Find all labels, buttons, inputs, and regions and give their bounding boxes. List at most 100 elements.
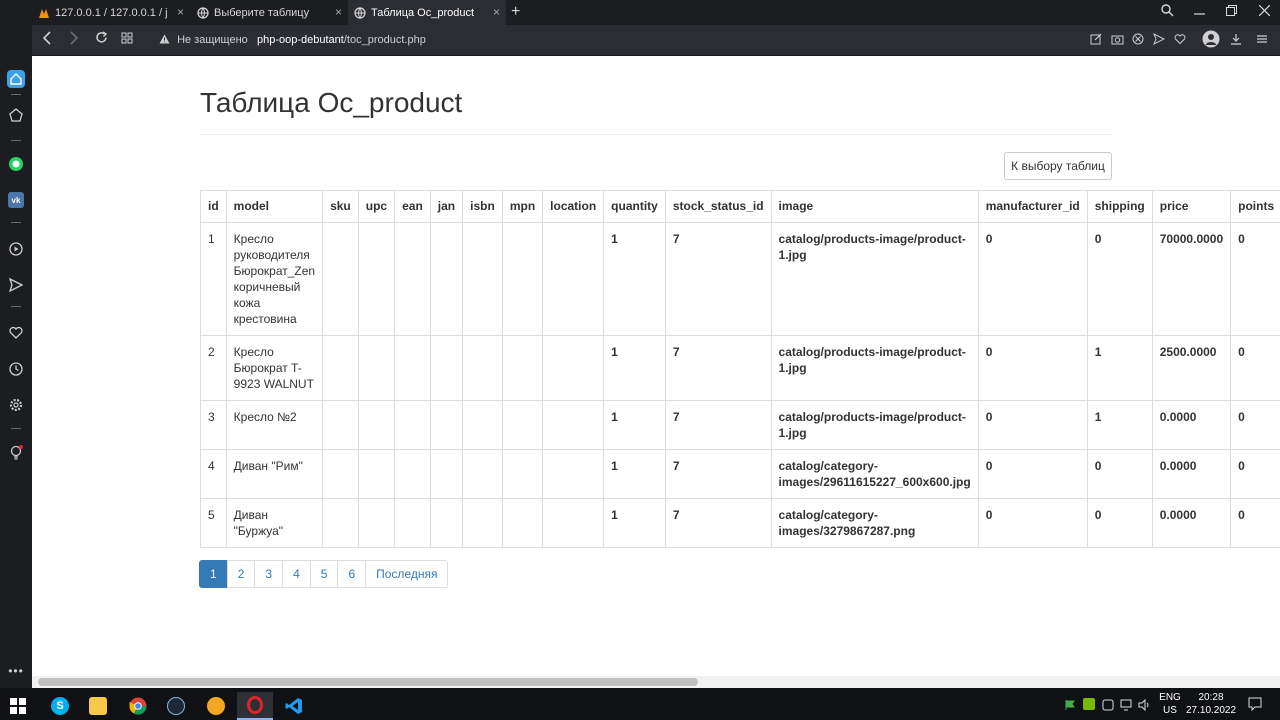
flag-icon[interactable] [1064, 698, 1076, 716]
easy-setup-menu-icon[interactable] [1255, 33, 1269, 47]
tab-close-icon[interactable]: × [493, 5, 500, 19]
cell-mpn [501, 400, 544, 450]
tray-app-icon[interactable] [1102, 698, 1114, 716]
security-indicator[interactable]: Не защищено [159, 34, 248, 47]
cell-stock-status-id: 7 [664, 400, 772, 450]
cell-image: catalog/category-images/3279867287.png [770, 498, 979, 548]
cell-upc [357, 449, 396, 499]
tab-bar: 127.0.0.1 / 127.0.0.1 / junio × Выберите… [0, 0, 1280, 25]
cell-manufacturer-id: 0 [977, 222, 1088, 336]
cell-sku [322, 498, 359, 548]
horizontal-scrollbar[interactable] [32, 676, 1280, 688]
cell-points: 0 [1230, 335, 1280, 401]
tab-oc-product[interactable]: Таблица Oc_product × [348, 0, 506, 25]
cell-model: Кресло №2 [225, 400, 324, 450]
tab-grid-icon[interactable] [118, 31, 136, 47]
warning-triangle-icon [159, 34, 170, 47]
file-explorer-icon[interactable] [80, 692, 116, 720]
column-header-upc: upc [357, 190, 396, 223]
column-header-sku: sku [322, 190, 359, 223]
cell-shipping: 0 [1086, 449, 1153, 499]
heart-icon[interactable] [7, 324, 25, 342]
scrollbar-thumb[interactable] [38, 678, 698, 686]
browser-sidebar: vk ••• [0, 0, 32, 688]
back-to-tables-button[interactable]: К выбору таблиц [1004, 152, 1112, 180]
cell-image: catalog/products-image/product-1.jpg [770, 222, 979, 336]
cell-price: 0.0000 [1151, 449, 1232, 499]
close-window-icon[interactable] [1258, 4, 1271, 19]
tab-select-table[interactable]: Выберите таблицу × [191, 0, 348, 25]
column-header-model: model [225, 190, 324, 223]
bookmark-heart-icon[interactable] [1173, 33, 1187, 47]
pagination: 1 2 3 4 5 6 Последняя [199, 560, 449, 588]
cell-quantity: 1 [603, 449, 666, 499]
pagination-page-1[interactable]: 1 [199, 560, 228, 588]
system-clock[interactable]: 20:28 27.10.2022 [1186, 691, 1236, 717]
adblock-icon[interactable] [1131, 33, 1145, 47]
restore-icon[interactable] [1226, 4, 1237, 19]
tab-label: Таблица Oc_product [371, 6, 475, 19]
vk-icon[interactable]: vk [7, 191, 25, 209]
language-indicator[interactable]: ENG US [1158, 691, 1182, 717]
tab-phpmyadmin[interactable]: 127.0.0.1 / 127.0.0.1 / junio × [32, 0, 190, 25]
reload-icon[interactable] [92, 31, 110, 47]
vscode-icon[interactable] [276, 692, 312, 720]
column-header-image: image [770, 190, 979, 223]
minimize-icon[interactable] [1194, 4, 1205, 19]
send-share-icon[interactable] [1152, 32, 1166, 47]
column-header-shipping: shipping [1086, 190, 1153, 223]
cell-manufacturer-id: 0 [977, 449, 1088, 499]
tab-search-icon[interactable] [1161, 4, 1174, 20]
profile-avatar-icon[interactable] [1202, 30, 1220, 48]
back-arrow-icon[interactable] [38, 31, 56, 48]
cell-location [542, 498, 605, 548]
column-header-quantity: quantity [603, 190, 666, 223]
skype-icon[interactable]: S [42, 692, 78, 720]
notifications-icon[interactable] [1248, 697, 1262, 716]
discord-icon[interactable] [198, 692, 234, 720]
more-options-icon[interactable]: ••• [7, 662, 25, 680]
pagination-last[interactable]: Последняя [365, 560, 449, 588]
send-icon[interactable] [7, 276, 25, 294]
history-icon[interactable] [7, 360, 25, 378]
column-header-id: id [200, 190, 227, 223]
column-header-stock-status-id: stock_status_id [664, 190, 772, 223]
cell-stock-status-id: 7 [664, 335, 772, 401]
pagination-page-2[interactable]: 2 [226, 560, 256, 588]
cell-image: catalog/products-image/product-1.jpg [770, 400, 979, 450]
forward-arrow-icon[interactable] [65, 31, 83, 48]
nvidia-icon[interactable] [1083, 698, 1095, 710]
network-icon[interactable] [1120, 698, 1134, 716]
settings-gear-icon[interactable] [7, 396, 25, 414]
start-windows-icon[interactable] [0, 692, 36, 720]
url-field[interactable]: php-oop-debutant/toc_product.php [257, 34, 426, 46]
steam-icon[interactable] [158, 692, 194, 720]
whatsapp-icon[interactable] [7, 155, 25, 173]
new-tab-button[interactable]: + [511, 3, 520, 21]
edit-icon[interactable] [1089, 33, 1103, 47]
lightbulb-icon[interactable] [7, 444, 25, 462]
tab-close-icon[interactable]: × [335, 5, 342, 19]
volume-icon[interactable] [1138, 698, 1152, 716]
pagination-page-4[interactable]: 4 [282, 560, 311, 588]
cell-upc [357, 335, 396, 401]
title-divider [200, 134, 1111, 135]
opera-taskbar-icon[interactable] [237, 692, 273, 720]
cell-ean [394, 400, 431, 450]
cell-shipping: 0 [1086, 498, 1153, 548]
pinboard-icon[interactable] [7, 106, 25, 124]
pagination-page-6[interactable]: 6 [337, 560, 367, 588]
pagination-page-5[interactable]: 5 [309, 560, 339, 588]
column-header-jan: jan [429, 190, 464, 223]
tab-close-icon[interactable]: × [177, 5, 184, 19]
cell-jan [429, 400, 464, 450]
cell-upc [357, 498, 396, 548]
tab-label: 127.0.0.1 / 127.0.0.1 / junio [55, 6, 167, 19]
download-icon[interactable] [1229, 33, 1243, 47]
pagination-page-3[interactable]: 3 [254, 560, 284, 588]
chrome-icon[interactable] [120, 692, 156, 720]
camera-icon[interactable] [1110, 33, 1124, 47]
clock-date: 27.10.2022 [1186, 705, 1237, 716]
player-icon[interactable] [7, 240, 25, 258]
speed-dial-icon[interactable] [7, 70, 25, 88]
